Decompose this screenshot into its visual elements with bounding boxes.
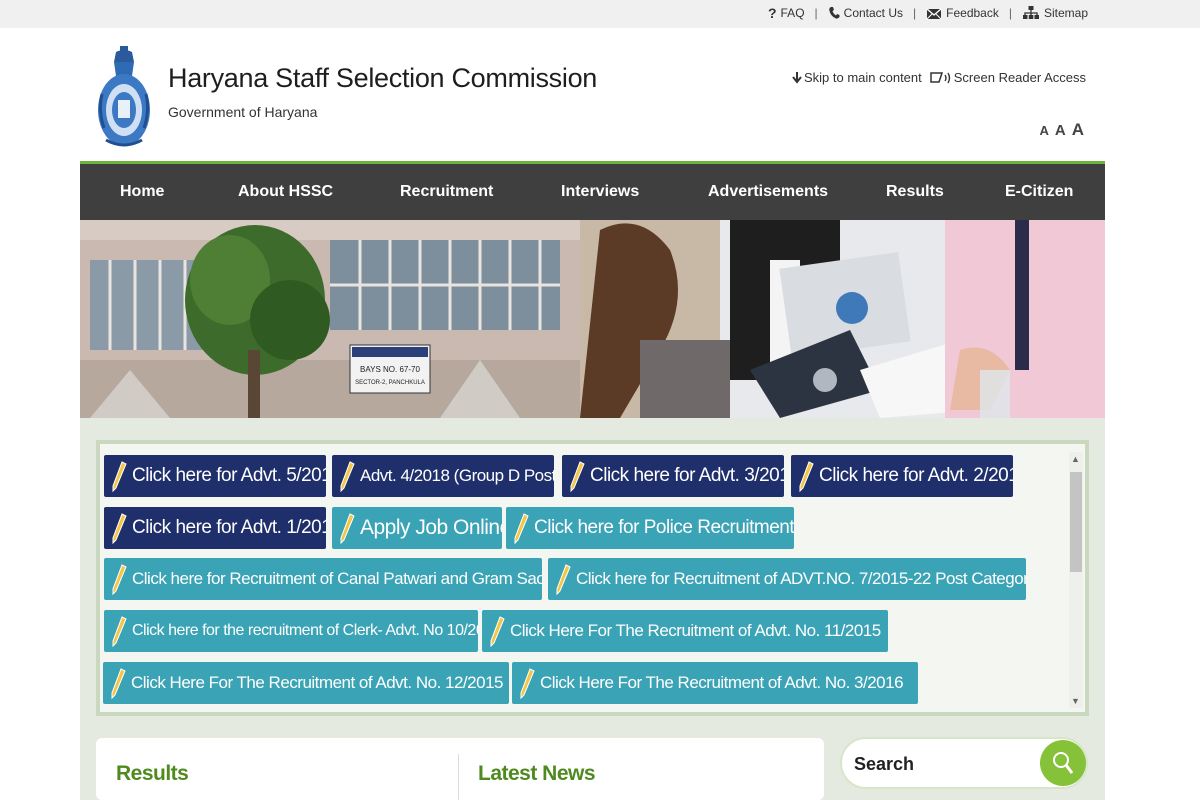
font-decrease-button[interactable]: A bbox=[1039, 123, 1048, 138]
advt-2-2018-link[interactable]: Click here for Advt. 2/2018 bbox=[791, 455, 1013, 497]
link-label: Click here for Recruitment of Canal Patw… bbox=[132, 569, 542, 588]
link-label: Click here for Advt. 5/2018 bbox=[132, 465, 326, 486]
pencil-icon bbox=[520, 668, 535, 700]
screen-reader-label: Screen Reader Access bbox=[953, 70, 1086, 85]
pencil-icon bbox=[490, 616, 505, 648]
organization-subtitle: Government of Haryana bbox=[168, 104, 318, 120]
question-icon: ? bbox=[767, 5, 777, 21]
results-news-card: Results Latest News bbox=[96, 738, 824, 800]
advt-11-2015-link[interactable]: Click Here For The Recruitment of Advt. … bbox=[482, 610, 888, 652]
hero-banner-image: BAYS NO. 67-70 SECTOR-2, PANCHKULA bbox=[80, 220, 1105, 418]
link-label: Click Here For The Recruitment of Advt. … bbox=[510, 621, 881, 640]
faq-label: FAQ bbox=[780, 6, 805, 20]
faq-link[interactable]: ? FAQ bbox=[768, 5, 805, 21]
panel-scrollbar[interactable]: ▲ ▼ bbox=[1069, 452, 1083, 708]
screen-reader-link[interactable]: Screen Reader Access bbox=[930, 70, 1086, 85]
advt-7-2015-link[interactable]: Click here for Recruitment of ADVT.NO. 7… bbox=[548, 558, 1026, 600]
nav-interviews[interactable]: Interviews bbox=[561, 183, 639, 201]
pencil-icon bbox=[514, 513, 529, 545]
nav-home[interactable]: Home bbox=[120, 183, 164, 201]
skip-label: Skip to main content bbox=[803, 70, 922, 85]
nav-advertisements[interactable]: Advertisements bbox=[708, 183, 828, 201]
link-label: Apply Job Online bbox=[360, 516, 502, 539]
sitemap-label: Sitemap bbox=[1043, 6, 1088, 20]
contact-label: Contact Us bbox=[843, 6, 904, 20]
link-label: Click here for Advt. 1/2018 bbox=[132, 517, 326, 538]
search-icon bbox=[1053, 752, 1074, 774]
link-label: Click here for Police Recruitment bbox=[534, 517, 794, 538]
police-recruitment-link[interactable]: Click here for Police Recruitment bbox=[506, 507, 794, 549]
banner-sign-line1: BAYS NO. 67-70 bbox=[360, 365, 420, 374]
advt-12-2015-link[interactable]: Click Here For The Recruitment of Advt. … bbox=[103, 662, 509, 704]
announcement-section: Click here for Advt. 5/2018 Advt. 4/2018… bbox=[80, 418, 1105, 736]
pencil-icon bbox=[112, 616, 127, 648]
envelope-icon bbox=[926, 7, 942, 20]
link-label: Click here for Advt. 2/2018 bbox=[819, 465, 1013, 486]
sitemap-link[interactable]: Sitemap bbox=[1022, 6, 1088, 20]
apply-job-online-link[interactable]: Apply Job Online bbox=[332, 507, 502, 549]
link-label: Click here for the recruitment of Clerk-… bbox=[132, 622, 478, 639]
font-size-controls: A A A bbox=[1039, 120, 1084, 140]
advt-5-2018-link[interactable]: Click here for Advt. 5/2018 bbox=[104, 455, 326, 497]
link-label: Click Here For The Recruitment of Advt. … bbox=[131, 673, 503, 692]
advt-3-2018-link[interactable]: Click here for Advt. 3/2018 bbox=[562, 455, 784, 497]
scroll-down-arrow-icon[interactable]: ▼ bbox=[1071, 696, 1080, 706]
pencil-icon bbox=[112, 513, 127, 545]
screen-reader-icon bbox=[930, 71, 952, 85]
feedback-link[interactable]: Feedback bbox=[926, 6, 999, 20]
scroll-up-arrow-icon[interactable]: ▲ bbox=[1071, 454, 1080, 464]
pencil-icon bbox=[111, 668, 126, 700]
link-label: Advt. 4/2018 (Group D Posts) bbox=[360, 466, 554, 485]
link-label: Click Here For The Recruitment of Advt. … bbox=[540, 673, 904, 692]
pencil-icon bbox=[570, 461, 585, 493]
pencil-icon bbox=[112, 564, 127, 596]
font-increase-button[interactable]: A bbox=[1072, 120, 1084, 140]
haryana-emblem-logo[interactable] bbox=[96, 44, 152, 150]
organization-title: Haryana Staff Selection Commission bbox=[168, 63, 597, 93]
separator: | bbox=[913, 6, 917, 20]
skip-to-content-link[interactable]: Skip to main content bbox=[792, 70, 922, 85]
search-box[interactable]: Search bbox=[840, 737, 1088, 789]
pencil-icon bbox=[556, 564, 571, 596]
link-label: Click here for Advt. 3/2018 bbox=[590, 465, 784, 486]
separator: | bbox=[814, 6, 818, 20]
pencil-icon bbox=[340, 513, 355, 545]
clerk-advt-10-2015-link[interactable]: Click here for the recruitment of Clerk-… bbox=[104, 610, 478, 652]
phone-icon bbox=[828, 6, 840, 20]
separator: | bbox=[1008, 6, 1012, 20]
scrollbar-thumb[interactable] bbox=[1070, 472, 1082, 572]
card-divider bbox=[458, 754, 459, 800]
pencil-icon bbox=[340, 461, 355, 493]
search-button[interactable] bbox=[1040, 740, 1086, 786]
utility-links: ? FAQ | Contact Us | Feedback | Sitemap bbox=[768, 5, 1088, 21]
search-label: Search bbox=[854, 754, 915, 774]
advt-3-2016-link[interactable]: Click Here For The Recruitment of Advt. … bbox=[512, 662, 918, 704]
banner-sign-line2: SECTOR-2, PANCHKULA bbox=[355, 380, 425, 386]
results-heading[interactable]: Results bbox=[116, 762, 189, 786]
sitemap-icon bbox=[1022, 6, 1040, 20]
utility-bar: ? FAQ | Contact Us | Feedback | Sitemap bbox=[0, 0, 1200, 28]
announcement-links-panel: Click here for Advt. 5/2018 Advt. 4/2018… bbox=[96, 440, 1089, 716]
nav-e-citizen[interactable]: E-Citizen bbox=[1005, 183, 1073, 201]
nav-recruitment[interactable]: Recruitment bbox=[400, 183, 493, 201]
pencil-icon bbox=[799, 461, 814, 493]
canal-patwari-gram-sachiv-link[interactable]: Click here for Recruitment of Canal Patw… bbox=[104, 558, 542, 600]
arrow-down-icon bbox=[792, 71, 802, 84]
nav-results[interactable]: Results bbox=[886, 183, 944, 201]
link-label: Click here for Recruitment of ADVT.NO. 7… bbox=[576, 569, 1026, 588]
main-navigation: Home About HSSC Recruitment Interviews A… bbox=[80, 161, 1105, 220]
contact-link[interactable]: Contact Us bbox=[828, 6, 903, 20]
latest-news-heading[interactable]: Latest News bbox=[478, 762, 596, 786]
advt-1-2018-link[interactable]: Click here for Advt. 1/2018 bbox=[104, 507, 326, 549]
advt-4-2018-link[interactable]: Advt. 4/2018 (Group D Posts) bbox=[332, 455, 554, 497]
accessibility-links: Skip to main content Screen Reader Acces… bbox=[792, 70, 1086, 85]
nav-about-hssc[interactable]: About HSSC bbox=[238, 183, 333, 201]
feedback-label: Feedback bbox=[946, 6, 999, 20]
pencil-icon bbox=[112, 461, 127, 493]
font-normal-button[interactable]: A bbox=[1055, 122, 1066, 139]
